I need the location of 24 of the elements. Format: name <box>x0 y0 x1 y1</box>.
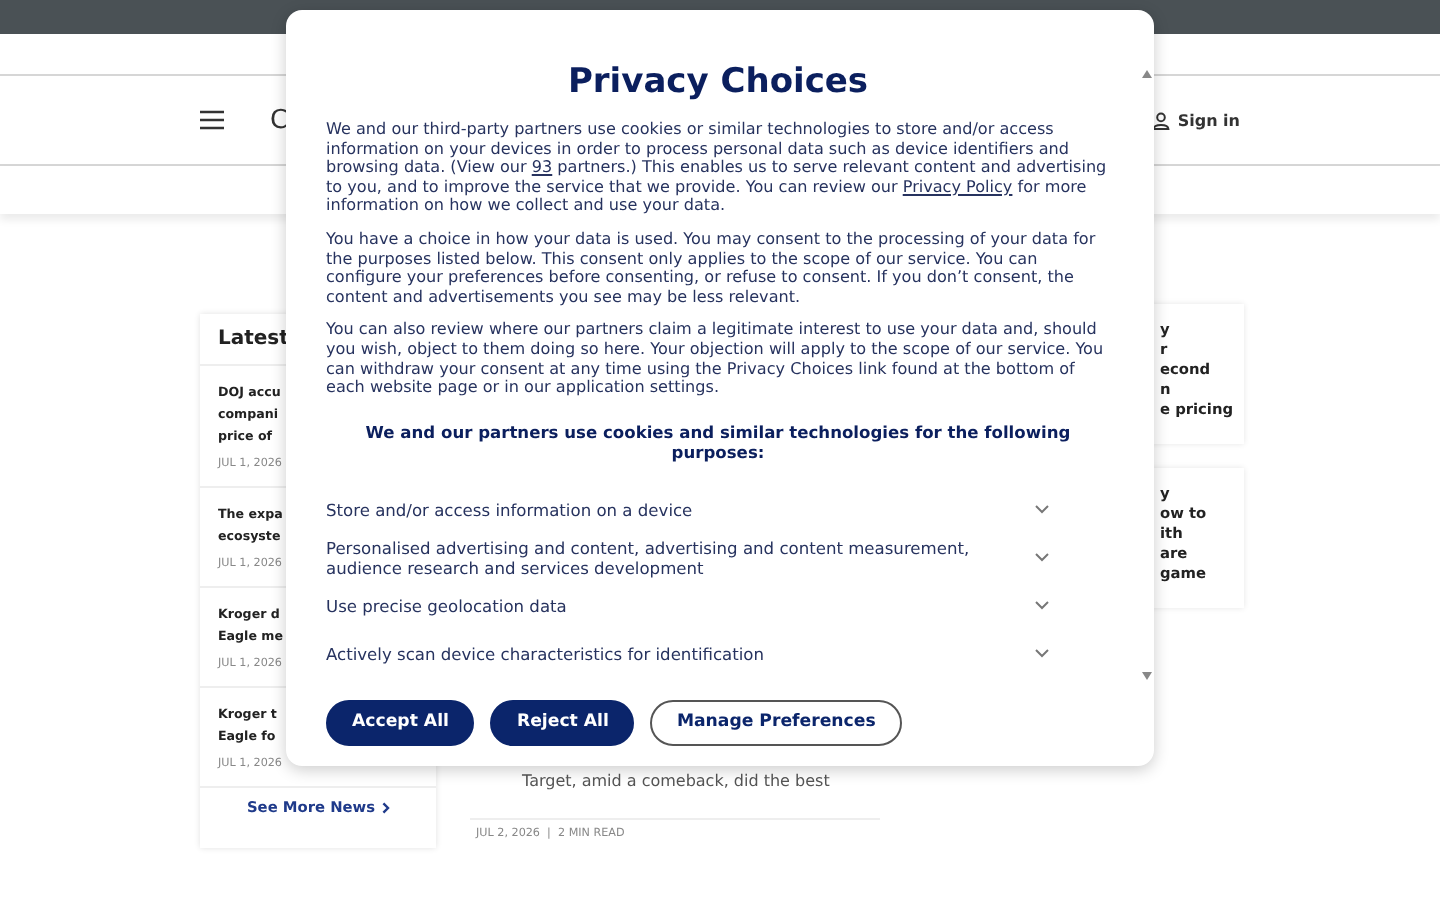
chevron-icon <box>1034 600 1050 611</box>
purposes-heading: We and our partners use cookies and similar technologies for the following purposes: <box>363 421 1073 462</box>
chevron-icon <box>381 801 389 813</box>
chevron-icon <box>1034 504 1050 515</box>
scroll-down-icon[interactable] <box>1142 672 1152 680</box>
dialog-paragraph: We and our third-party partners use cookies or similar technologies to store and/or access information on your devices in order to process personal data such as device identifiers and browsing data. (View our 93 partners.) This enables us to serve relevant content and advertising to you, and to improve the service that we provide. You can review our Privacy Policy for more information on how we collect and use your data. <box>326 120 1109 216</box>
article-snippet: Target, amid a comeback, did the best <box>522 772 830 790</box>
text-link[interactable]: 93 <box>531 158 553 177</box>
chevron-icon <box>1034 552 1050 563</box>
preferences-button[interactable]: Manage Preferences <box>650 699 902 746</box>
purpose-row[interactable]: Use precise geolocation data <box>326 581 1050 630</box>
sign-in-button[interactable]: Sign in <box>1151 111 1240 129</box>
purpose-row[interactable]: Store and/or access information on a device <box>326 485 1050 534</box>
user-icon <box>1151 111 1170 129</box>
dialog-paragraph: You have a choice in how your data is used. You may consent to the processing of your data for the purposes listed below. This consent only applies to the scope of our service. You can configure your preferences before consenting, or refuse to consent. If you don’t consent, the content and advertisements you see may be less relevant. <box>326 229 1098 307</box>
chevron-icon <box>1034 648 1050 659</box>
text-link[interactable]: Privacy Policy <box>902 177 1013 196</box>
scroll-up-icon[interactable] <box>1142 70 1152 78</box>
dialog-title: Privacy Choices <box>565 62 871 102</box>
consent-button[interactable]: Accept All <box>326 699 475 746</box>
menu-icon[interactable] <box>200 110 224 130</box>
consent-button[interactable]: Reject All <box>490 699 635 746</box>
purpose-row[interactable]: Personalised advertising and content, advertising and content measurement, audience research and services development <box>326 533 1050 582</box>
purpose-row[interactable]: Actively scan device characteristics for identification <box>326 629 1050 678</box>
